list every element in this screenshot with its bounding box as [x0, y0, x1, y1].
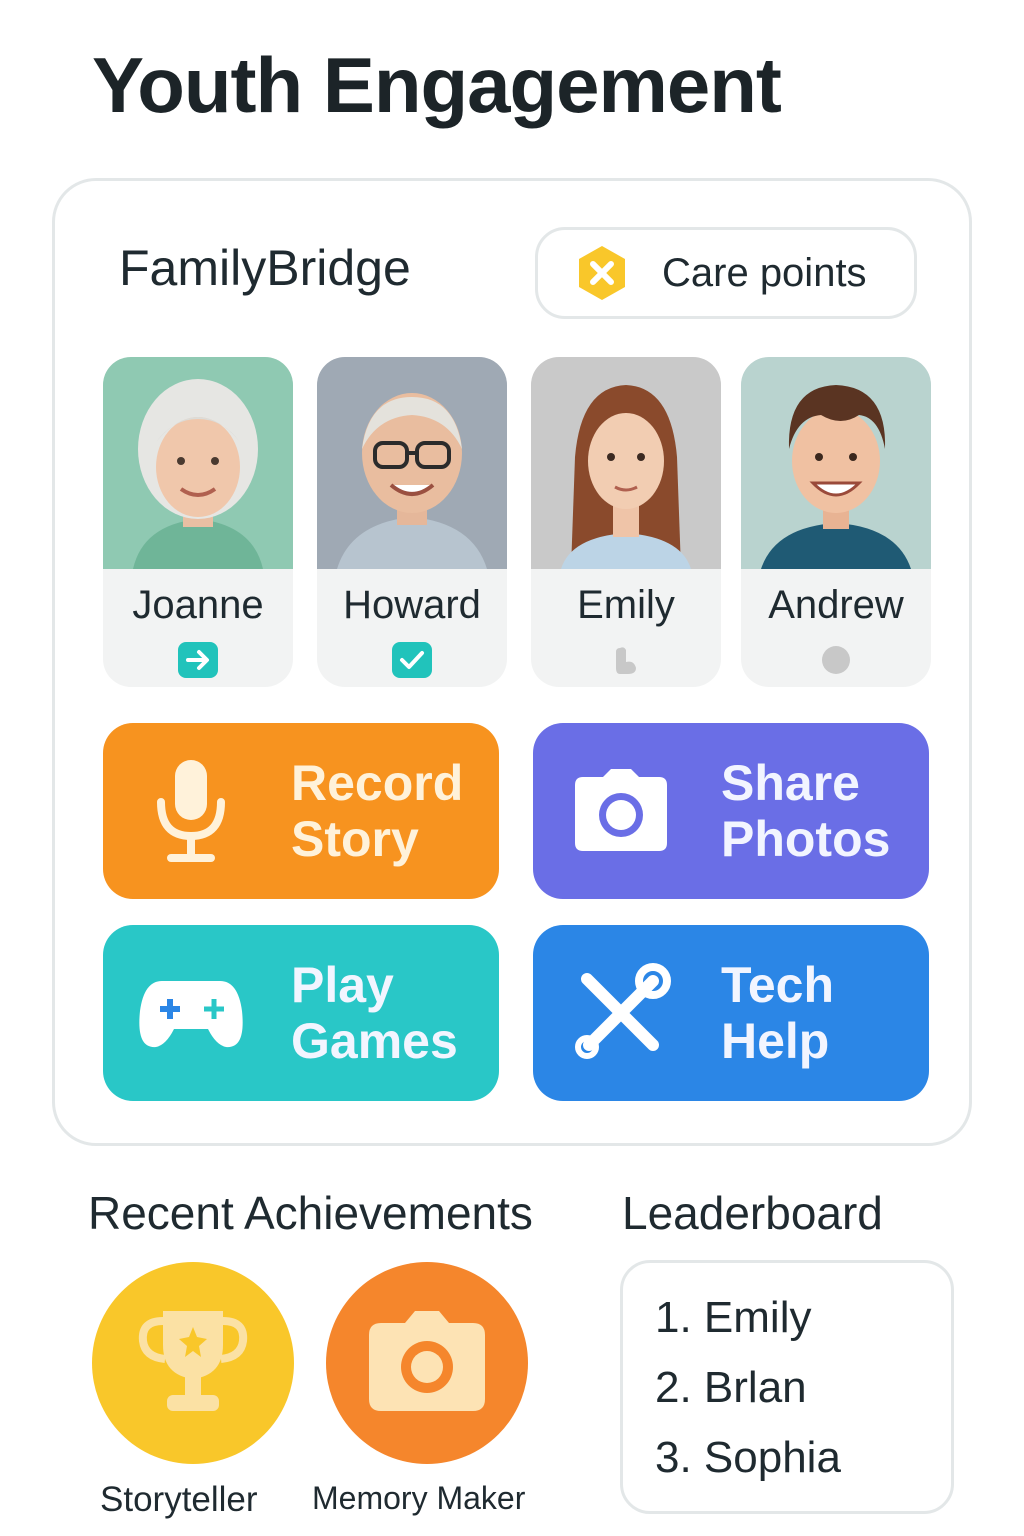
hand-icon	[606, 641, 646, 679]
leaderboard-panel: 1. Emily 2. Brlan 3. Sophia	[620, 1260, 954, 1514]
dot-icon	[816, 641, 856, 679]
share-photos-label: Share Photos	[721, 755, 891, 867]
member-photo	[103, 357, 293, 569]
tools-icon	[561, 953, 681, 1073]
member-photo	[531, 357, 721, 569]
care-points-icon	[572, 243, 632, 303]
member-photo	[317, 357, 507, 569]
member-card-emily[interactable]: Emily	[531, 357, 721, 687]
trophy-icon	[133, 1301, 253, 1426]
care-points-button[interactable]: Care points	[535, 227, 917, 319]
storyteller-badge[interactable]	[92, 1262, 294, 1464]
camera-icon	[561, 751, 681, 871]
familybridge-card: FamilyBridge Care points Joanne Howard E…	[52, 178, 972, 1146]
check-icon	[392, 641, 432, 679]
gamepad-icon	[131, 953, 251, 1073]
member-card-joanne[interactable]: Joanne	[103, 357, 293, 687]
tech-help-label: Tech Help	[721, 957, 834, 1069]
play-games-label: Play Games	[291, 957, 458, 1069]
member-name: Emily	[577, 583, 675, 627]
microphone-icon	[131, 751, 251, 871]
storyteller-label: Storyteller	[100, 1480, 258, 1519]
arrow-right-icon	[178, 641, 218, 679]
member-name: Andrew	[768, 583, 904, 627]
achievements-title: Recent Achievements	[88, 1187, 533, 1239]
app-name: FamilyBridge	[119, 240, 411, 296]
share-photos-button[interactable]: Share Photos	[533, 723, 929, 899]
camera-icon	[367, 1309, 487, 1418]
record-story-button[interactable]: Record Story	[103, 723, 499, 899]
memory-maker-label: Memory Maker	[312, 1480, 526, 1516]
tech-help-button[interactable]: Tech Help	[533, 925, 929, 1101]
member-name: Howard	[343, 583, 481, 627]
leaderboard-entry: 1. Emily	[655, 1293, 812, 1342]
record-story-label: Record Story	[291, 755, 464, 867]
play-games-button[interactable]: Play Games	[103, 925, 499, 1101]
member-card-howard[interactable]: Howard	[317, 357, 507, 687]
member-name: Joanne	[132, 583, 264, 627]
leaderboard-entry: 2. Brlan	[655, 1363, 807, 1412]
member-card-andrew[interactable]: Andrew	[741, 357, 931, 687]
page-title: Youth Engagement	[92, 41, 782, 129]
memory-maker-badge[interactable]	[326, 1262, 528, 1464]
member-photo	[741, 357, 931, 569]
care-points-label: Care points	[662, 250, 867, 295]
leaderboard-entry: 3. Sophia	[655, 1433, 841, 1482]
family-members: Joanne Howard Emily Andrew	[103, 357, 933, 691]
leaderboard-title: Leaderboard	[622, 1187, 883, 1239]
